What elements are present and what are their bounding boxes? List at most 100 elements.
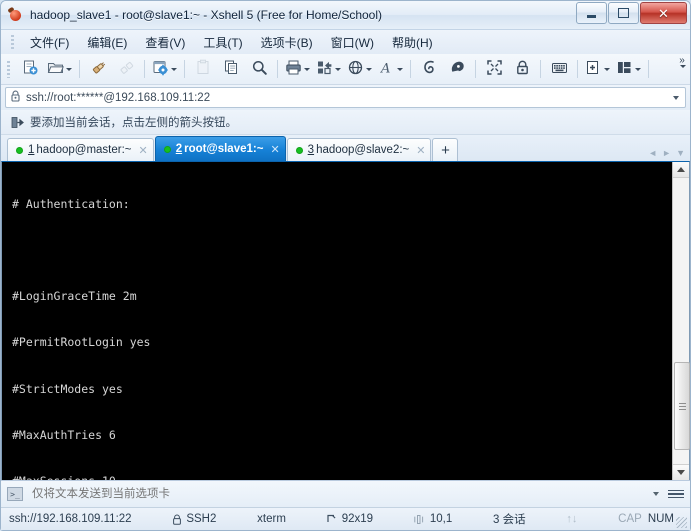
lock-icon xyxy=(172,514,182,525)
terminal-line: # Authentication: xyxy=(12,196,130,211)
lock-session-button[interactable] xyxy=(508,56,536,82)
paste-button[interactable] xyxy=(189,56,217,82)
menu-file[interactable]: 文件(F) xyxy=(21,31,78,54)
address-value: ssh://root:******@192.168.109.11:22 xyxy=(26,91,211,104)
status-cursor-text: 10,1 xyxy=(429,513,453,525)
menu-tabs[interactable]: 选项卡(B) xyxy=(252,31,322,54)
double-chevron-icon: » xyxy=(679,55,685,66)
add-panel-icon xyxy=(585,59,602,79)
tab-next-button[interactable]: ► xyxy=(662,148,671,158)
script-stop-button[interactable] xyxy=(443,56,471,82)
maximize-button[interactable] xyxy=(608,2,639,24)
xshell-window: hadoop_slave1 - root@slave1:~ - Xshell 5… xyxy=(0,0,691,531)
status-num-lock: NUM xyxy=(647,513,675,525)
menu-grip[interactable] xyxy=(11,34,14,50)
toolbar-separator xyxy=(648,60,649,78)
address-bar: ssh://root:******@192.168.109.11:22 xyxy=(1,85,690,110)
address-input[interactable]: ssh://root:******@192.168.109.11:22 xyxy=(5,87,686,108)
keyboard-button[interactable] xyxy=(545,56,573,82)
tab-root-slave1[interactable]: 2 root@slave1:~ ✕ xyxy=(154,136,286,161)
menu-window[interactable]: 窗口(W) xyxy=(322,31,383,54)
session-hint-text: 要添加当前会话，点击左侧的箭头按钮。 xyxy=(30,117,237,129)
toolbar-separator xyxy=(277,60,278,78)
status-dot-icon xyxy=(16,146,23,154)
chevron-down-icon[interactable] xyxy=(673,95,679,100)
minimize-button[interactable] xyxy=(576,2,607,24)
chevron-down-icon[interactable] xyxy=(66,67,72,71)
chevron-down-icon[interactable] xyxy=(604,67,610,71)
find-button[interactable] xyxy=(245,56,273,82)
menu-help[interactable]: 帮助(H) xyxy=(383,31,442,54)
hamburger-menu-icon[interactable] xyxy=(668,489,684,499)
chevron-down-icon[interactable] xyxy=(335,67,341,71)
chevron-down-icon[interactable] xyxy=(171,67,177,71)
status-size: 92x19 xyxy=(327,513,373,525)
status-caps-lock: CAP xyxy=(618,513,642,525)
close-icon[interactable]: ✕ xyxy=(139,144,148,157)
scroll-down-button[interactable] xyxy=(673,464,689,480)
terminal-scrollbar[interactable] xyxy=(672,162,690,480)
open-session-button[interactable] xyxy=(44,56,75,82)
new-tab-button[interactable]: + xyxy=(432,138,459,161)
add-panel-button[interactable] xyxy=(582,56,613,82)
print-button[interactable] xyxy=(282,56,313,82)
menu-edit[interactable]: 编辑(E) xyxy=(78,31,136,54)
copy-button[interactable] xyxy=(217,56,245,82)
tab-hadoop-master[interactable]: 1 hadoop@master:~ ✕ xyxy=(7,138,154,161)
terminal-line: #LoginGraceTime 2m xyxy=(12,289,137,304)
tab-label: hadoop@slave2:~ xyxy=(316,144,410,156)
tab-number: 2 xyxy=(175,143,183,155)
new-session-button[interactable] xyxy=(16,56,44,82)
resize-grip[interactable] xyxy=(676,517,687,528)
tab-list-button[interactable]: ▼ xyxy=(676,148,685,158)
terminal-screen[interactable]: # Authentication: #LoginGraceTime 2m #Pe… xyxy=(2,162,672,480)
find-icon xyxy=(251,59,268,79)
fullscreen-icon xyxy=(486,59,503,79)
chevron-down-icon[interactable] xyxy=(366,67,372,71)
layout-split-button[interactable] xyxy=(613,56,644,82)
tab-number: 3 xyxy=(307,144,315,156)
menu-tools[interactable]: 工具(T) xyxy=(194,31,251,54)
disconnect-button[interactable] xyxy=(112,56,140,82)
web-button[interactable] xyxy=(344,56,375,82)
chevron-down-icon xyxy=(677,470,685,475)
send-text-bar: >_ xyxy=(1,480,690,507)
close-icon[interactable]: ✕ xyxy=(270,143,279,156)
chevron-down-icon[interactable] xyxy=(635,67,641,71)
fullscreen-button[interactable] xyxy=(480,56,508,82)
chevron-down-icon[interactable] xyxy=(653,492,659,496)
send-text-input[interactable] xyxy=(30,487,653,501)
session-properties-button[interactable] xyxy=(149,56,180,82)
layout-split-icon xyxy=(616,59,633,79)
status-size-text: 92x19 xyxy=(341,513,374,525)
font-button[interactable]: A xyxy=(375,56,406,82)
tab-hadoop-slave2[interactable]: 3 hadoop@slave2:~ ✕ xyxy=(286,138,432,161)
terminal-area: # Authentication: #LoginGraceTime 2m #Pe… xyxy=(1,161,690,480)
chevron-down-icon[interactable] xyxy=(397,67,403,71)
script-run-button[interactable] xyxy=(415,56,443,82)
close-icon: ✕ xyxy=(658,5,669,21)
file-transfer-button[interactable] xyxy=(313,56,344,82)
script-run-icon xyxy=(421,59,438,79)
close-button[interactable]: ✕ xyxy=(640,2,687,24)
scrollbar-thumb[interactable] xyxy=(674,362,690,450)
scroll-up-button[interactable] xyxy=(673,162,689,178)
close-icon[interactable]: ✕ xyxy=(416,144,425,157)
window-controls: ✕ xyxy=(575,2,687,24)
disconnect-icon xyxy=(118,59,135,79)
cursor-position-icon xyxy=(414,514,426,525)
print-icon xyxy=(285,59,302,79)
status-bar: ssh://192.168.109.11:22 SSH2 xterm 92x19 xyxy=(1,507,690,530)
toolbar-separator xyxy=(475,60,476,78)
connect-button[interactable] xyxy=(84,56,112,82)
status-connection: ssh://192.168.109.11:22 xyxy=(9,513,132,525)
tab-label: hadoop@master:~ xyxy=(36,144,132,156)
menu-view[interactable]: 查看(V) xyxy=(136,31,194,54)
scrollbar-track[interactable] xyxy=(673,178,690,480)
toolbar-grip[interactable] xyxy=(7,60,10,78)
lock-icon xyxy=(514,59,531,79)
toolbar-overflow-button[interactable]: » xyxy=(678,56,686,68)
chevron-down-icon[interactable] xyxy=(304,67,310,71)
tab-prev-button[interactable]: ◄ xyxy=(648,148,657,158)
